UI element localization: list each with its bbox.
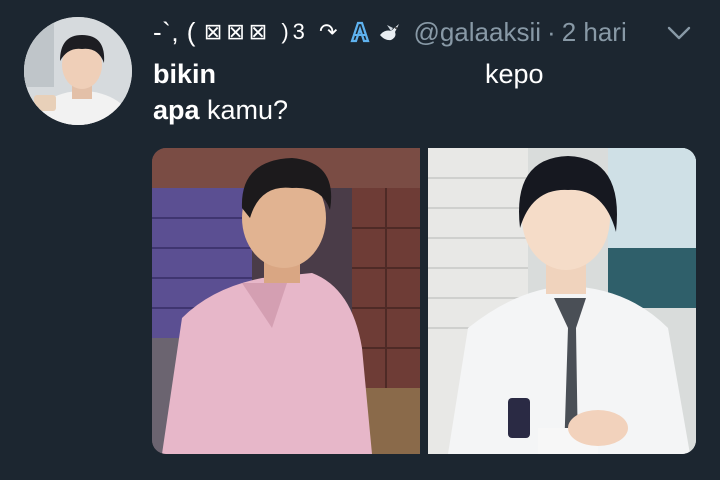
- timestamp[interactable]: 2 hari: [562, 17, 627, 48]
- photo-left[interactable]: [152, 148, 420, 454]
- tweet-text-word: apa: [153, 95, 200, 125]
- tweet-media[interactable]: [152, 148, 696, 454]
- avatar[interactable]: [24, 17, 132, 125]
- tweet-text-word: kepo: [485, 59, 544, 89]
- tweet-text: bikin kepo apa kamu?: [153, 56, 693, 128]
- handle[interactable]: @galaaksii: [413, 17, 541, 48]
- tweet-text-word: kamu?: [199, 95, 289, 125]
- ribbon-icon: [347, 19, 373, 45]
- tweet-actions-bar: [152, 466, 696, 480]
- display-name[interactable]: -`, (: [153, 17, 196, 48]
- photo-right[interactable]: [428, 148, 696, 454]
- separator: ·: [547, 16, 556, 47]
- tweet-header: -`, ( ⊠⊠⊠ )3 ↷ @galaaksii · 2 hari: [153, 14, 627, 50]
- display-name-glyphs[interactable]: ⊠⊠⊠ )3 ↷: [204, 19, 342, 45]
- tweet-text-word: bikin: [153, 59, 217, 89]
- chevron-down-icon[interactable]: [665, 20, 693, 44]
- dove-icon: [377, 19, 403, 45]
